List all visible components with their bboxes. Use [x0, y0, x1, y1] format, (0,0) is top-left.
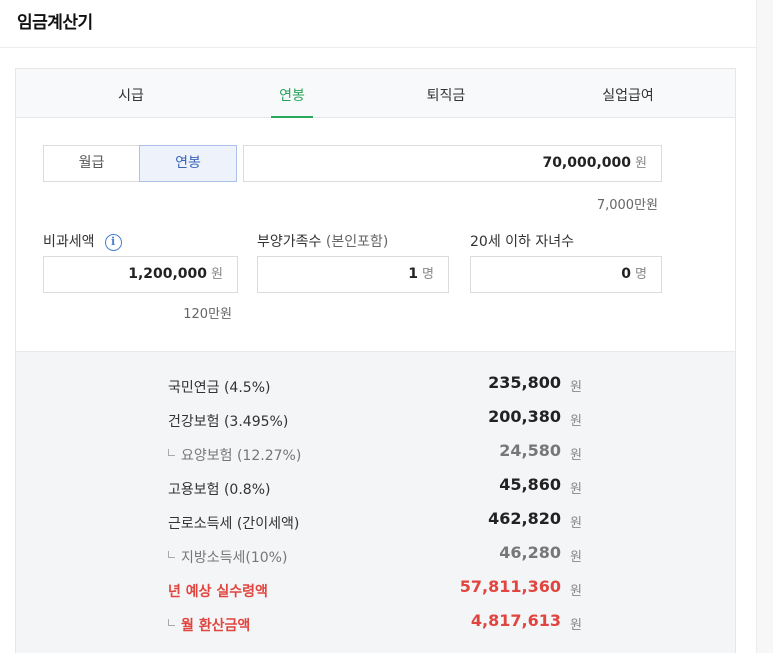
nontax-value: 1,200,000 [128, 266, 208, 282]
result-row-monthly-net: 월 환산금액 4,817,613 원 [16, 611, 735, 635]
result-unit: 원 [570, 550, 582, 565]
family-label: 부양가족수 (본인포함) [257, 231, 388, 251]
result-row-pension: 국민연금 (4.5%) 235,800 원 [16, 373, 735, 397]
nontax-unit: 원 [211, 267, 223, 282]
result-row-care: 요양보험 (12.27%) 24,580 원 [16, 441, 735, 465]
result-unit: 원 [570, 618, 582, 633]
mode-annual-button[interactable]: 연봉 [139, 145, 237, 182]
tab-unemployment[interactable]: 실업급여 [588, 69, 668, 118]
nontax-label-text: 비과세액 [43, 234, 95, 250]
result-label: 근로소득세 (간이세액) [168, 516, 300, 532]
result-row-income-tax: 근로소득세 (간이세액) 462,820 원 [16, 509, 735, 533]
page-header: 임금계산기 [0, 0, 756, 48]
nontax-label: 비과세액 i [43, 231, 122, 251]
result-row-annual-net: 년 예상 실수령액 57,811,360 원 [16, 577, 735, 601]
family-label-text: 부양가족수 [257, 234, 322, 250]
result-value: 45,860 [499, 475, 561, 494]
page-title: 임금계산기 [17, 13, 93, 33]
info-icon[interactable]: i [104, 234, 122, 251]
result-row-employment: 고용보험 (0.8%) 45,860 원 [16, 475, 735, 499]
salary-value: 70,000,000 [542, 155, 632, 171]
result-value: 57,811,360 [459, 577, 561, 596]
salary-input[interactable]: 70,000,000 원 [243, 145, 662, 182]
result-unit: 원 [570, 516, 582, 531]
family-unit: 명 [422, 267, 434, 282]
sub-item-mark [168, 551, 175, 558]
family-count-input[interactable]: 1명 [257, 256, 449, 293]
mode-monthly-button[interactable]: 월급 [43, 145, 139, 182]
result-value: 462,820 [488, 509, 561, 528]
salary-unit: 원 [635, 156, 647, 171]
children-label: 20세 이하 자녀수 [470, 234, 574, 250]
result-value: 235,800 [488, 373, 561, 392]
family-value: 1 [408, 266, 419, 282]
result-value: 4,817,613 [470, 611, 561, 630]
children-unit: 명 [635, 267, 647, 282]
result-label: 지방소득세(10%) [168, 547, 287, 567]
nontax-input[interactable]: 1,200,000 원 [43, 256, 238, 293]
result-section: 국민연금 (4.5%) 235,800 원 건강보험 (3.495%) 200,… [16, 351, 735, 653]
result-value: 24,580 [499, 441, 561, 460]
result-label: 고용보험 (0.8%) [168, 482, 271, 498]
result-label-text: 월 환산금액 [181, 618, 251, 634]
scrollbar[interactable] [756, 0, 773, 653]
family-label-sub: (본인포함) [325, 234, 389, 250]
result-label-text: 요양보험 (12.27%) [181, 448, 302, 464]
result-label: 건강보험 (3.495%) [168, 414, 289, 430]
result-value: 46,280 [499, 543, 561, 562]
result-row-health: 건강보험 (3.495%) 200,380 원 [16, 407, 735, 431]
result-unit: 원 [570, 414, 582, 429]
salary-note: 7,000만원 [596, 198, 658, 213]
children-value: 0 [621, 266, 632, 282]
result-unit: 원 [570, 448, 582, 463]
tab-hourly[interactable]: 시급 [106, 69, 156, 118]
result-label: 국민연금 (4.5%) [168, 380, 271, 396]
result-label: 년 예상 실수령액 [168, 584, 268, 600]
result-label-text: 지방소득세(10%) [181, 550, 288, 566]
tab-severance[interactable]: 퇴직금 [421, 69, 471, 118]
result-unit: 원 [570, 482, 582, 497]
result-unit: 원 [570, 584, 582, 599]
sub-item-mark [168, 619, 175, 626]
result-value: 200,380 [488, 407, 561, 426]
tab-bar: 시급 연봉 퇴직금 실업급여 [16, 69, 735, 118]
tab-annual-salary[interactable]: 연봉 [271, 69, 313, 118]
result-row-local-tax: 지방소득세(10%) 46,280 원 [16, 543, 735, 567]
result-label: 요양보험 (12.27%) [168, 445, 301, 465]
calculator-panel: 시급 연봉 퇴직금 실업급여 월급 연봉 70,000,000 원 7,000만원… [15, 68, 736, 653]
result-label: 월 환산금액 [168, 615, 250, 635]
sub-item-mark [168, 449, 175, 456]
result-unit: 원 [570, 380, 582, 395]
children-count-input[interactable]: 0명 [470, 256, 662, 293]
nontax-note: 120만원 [183, 307, 232, 322]
